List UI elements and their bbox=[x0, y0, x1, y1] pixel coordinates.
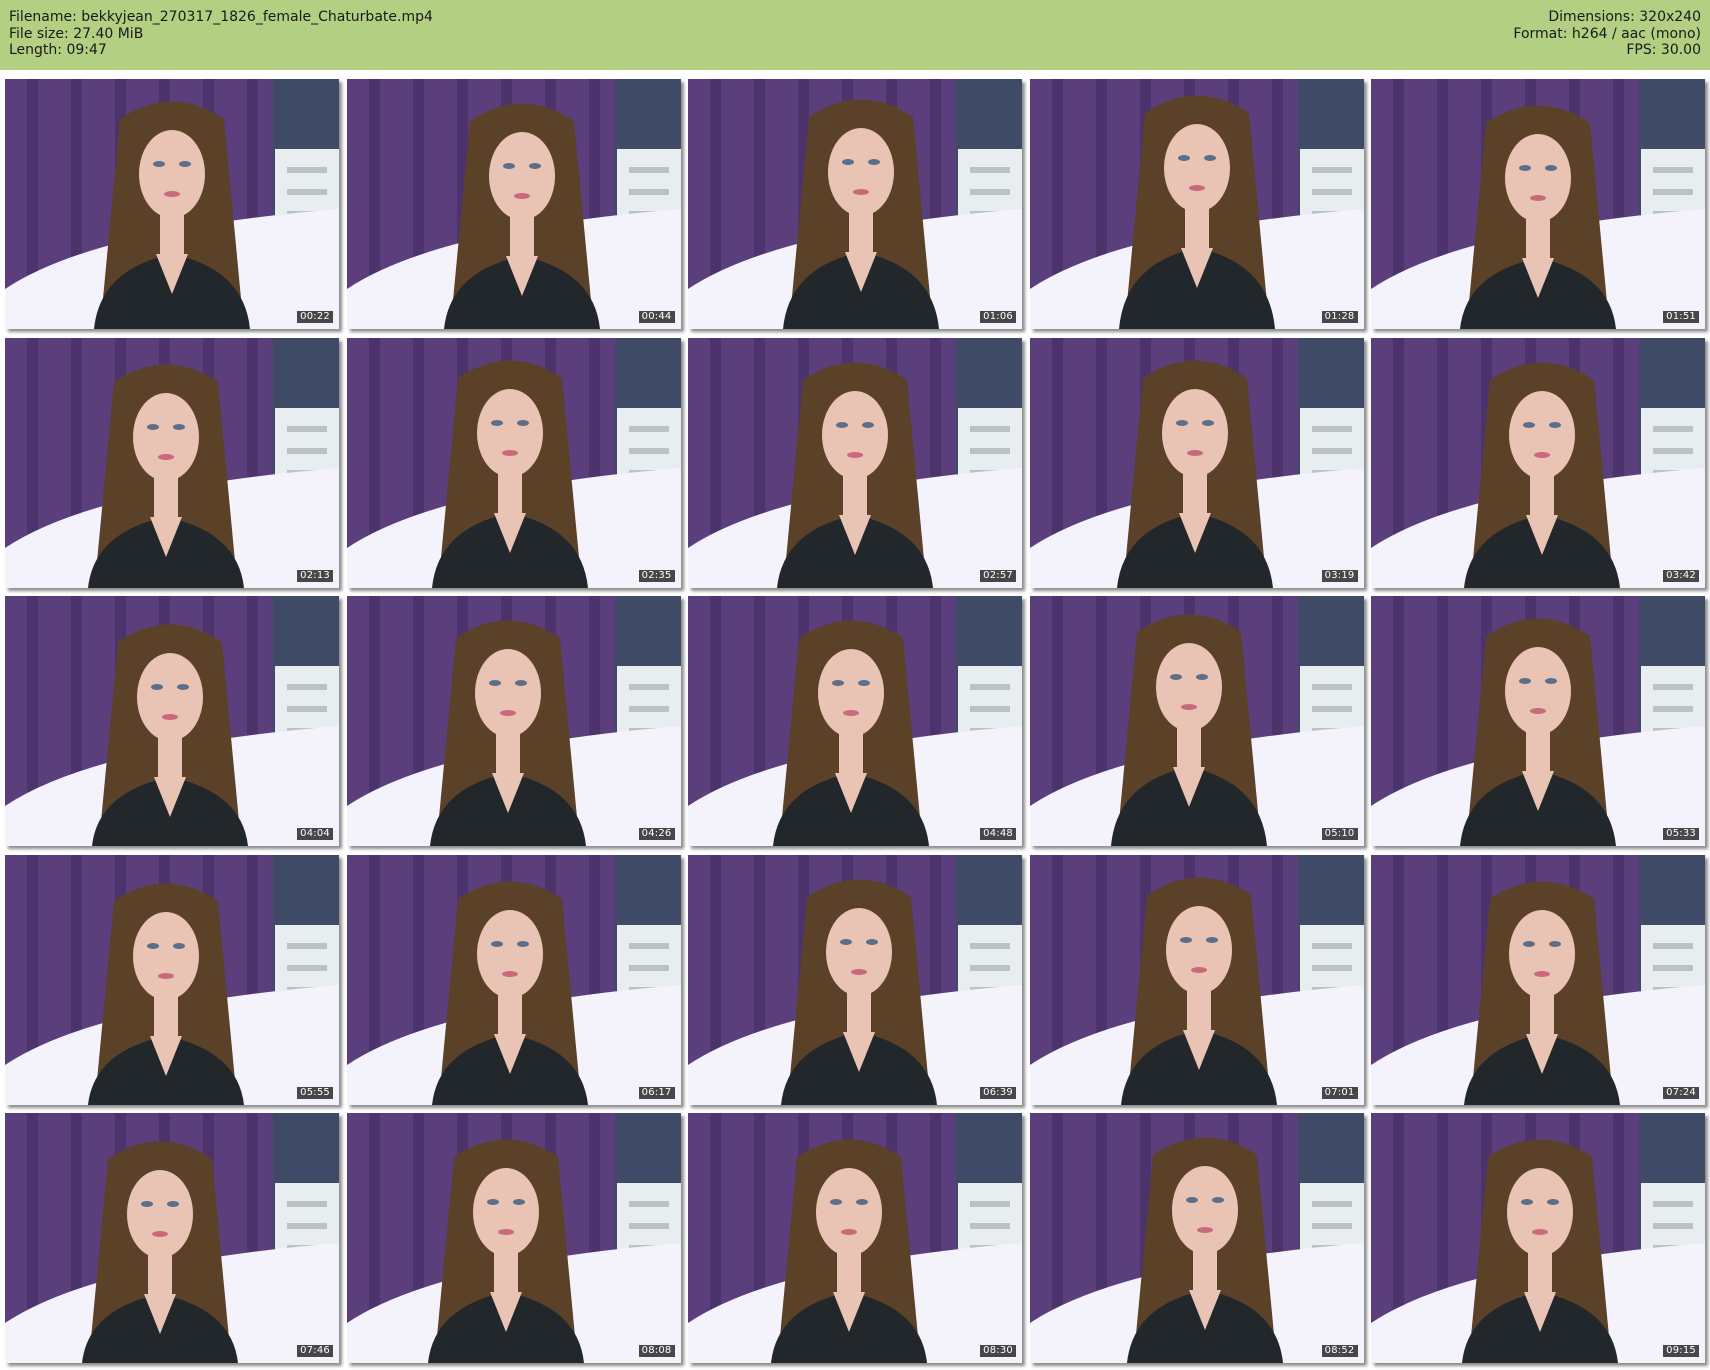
video-thumbnail: 02:35 bbox=[346, 337, 681, 588]
video-thumbnail: 00:44 bbox=[346, 79, 681, 329]
frame-image bbox=[688, 337, 1022, 588]
video-thumbnail: 04:48 bbox=[688, 596, 1022, 846]
format-label: Format: h264 / aac (mono) bbox=[1513, 25, 1701, 42]
frame-image bbox=[1371, 1113, 1705, 1363]
frame-image bbox=[5, 854, 339, 1105]
filename-label: Filename: bekkyjean_270317_1826_female_C… bbox=[9, 9, 433, 25]
frame-image bbox=[5, 1113, 339, 1363]
timestamp-label: 00:44 bbox=[638, 311, 675, 323]
video-thumbnail: 05:33 bbox=[1371, 596, 1705, 846]
frame-image bbox=[346, 337, 681, 588]
video-thumbnail: 05:10 bbox=[1029, 596, 1364, 846]
video-thumbnail: 02:13 bbox=[5, 337, 339, 588]
video-thumbnail: 04:04 bbox=[5, 596, 339, 846]
frame-image bbox=[5, 79, 339, 329]
filesize-label: File size: 27.40 MiB bbox=[9, 25, 144, 42]
video-thumbnail: 03:19 bbox=[1029, 337, 1364, 588]
video-thumbnail: 07:01 bbox=[1029, 854, 1364, 1105]
timestamp-label: 02:57 bbox=[980, 569, 1016, 582]
frame-image bbox=[5, 337, 339, 588]
frame-image bbox=[1029, 854, 1364, 1105]
video-thumbnail: 09:15 bbox=[1371, 1113, 1705, 1363]
timestamp-label: 07:24 bbox=[1663, 1086, 1699, 1099]
frame-image bbox=[1371, 854, 1705, 1105]
frame-image bbox=[346, 1113, 681, 1363]
video-thumbnail: 06:17 bbox=[346, 854, 681, 1105]
timestamp-label: 04:04 bbox=[297, 828, 333, 840]
dimensions-label: Dimensions: 320x240 bbox=[1548, 9, 1701, 25]
timestamp-label: 05:10 bbox=[1321, 828, 1358, 840]
timestamp-label: 01:28 bbox=[1321, 311, 1358, 323]
info-header: Filename: bekkyjean_270317_1826_female_C… bbox=[0, 0, 1710, 70]
video-thumbnail: 08:08 bbox=[346, 1113, 681, 1363]
timestamp-label: 01:06 bbox=[980, 311, 1016, 323]
video-thumbnail: 07:46 bbox=[5, 1113, 339, 1363]
timestamp-label: 08:30 bbox=[980, 1345, 1016, 1357]
frame-image bbox=[346, 596, 681, 846]
frame-image bbox=[1371, 596, 1705, 846]
thumbnail-grid: 00:22 00:44 01:06 01:28 01:51 02:13 02:3… bbox=[5, 79, 1710, 1363]
frame-image bbox=[688, 79, 1022, 329]
frame-image bbox=[5, 596, 339, 846]
video-thumbnail: 08:52 bbox=[1029, 1113, 1364, 1363]
timestamp-label: 09:15 bbox=[1663, 1345, 1699, 1357]
frame-image bbox=[346, 79, 681, 329]
video-thumbnail: 02:57 bbox=[688, 337, 1022, 588]
file-info: Filename: bekkyjean_270317_1826_female_C… bbox=[9, 9, 433, 59]
timestamp-label: 01:51 bbox=[1663, 311, 1699, 323]
timestamp-label: 05:55 bbox=[297, 1086, 333, 1099]
frame-image bbox=[1029, 596, 1364, 846]
video-thumbnail: 01:28 bbox=[1029, 79, 1364, 329]
timestamp-label: 03:19 bbox=[1321, 569, 1358, 582]
frame-image bbox=[1029, 79, 1364, 329]
timestamp-label: 06:39 bbox=[980, 1086, 1016, 1099]
video-thumbnail: 08:30 bbox=[688, 1113, 1022, 1363]
frame-image bbox=[1029, 1113, 1364, 1363]
timestamp-label: 02:35 bbox=[638, 569, 675, 582]
timestamp-label: 08:08 bbox=[638, 1345, 675, 1357]
video-thumbnail: 03:42 bbox=[1371, 337, 1705, 588]
video-thumbnail: 00:22 bbox=[5, 79, 339, 329]
timestamp-label: 07:46 bbox=[297, 1345, 333, 1357]
timestamp-label: 02:13 bbox=[297, 569, 333, 582]
timestamp-label: 06:17 bbox=[638, 1086, 675, 1099]
video-thumbnail: 01:06 bbox=[688, 79, 1022, 329]
video-thumbnail: 06:39 bbox=[688, 854, 1022, 1105]
frame-image bbox=[688, 596, 1022, 846]
frame-image bbox=[346, 854, 681, 1105]
fps-label: FPS: 30.00 bbox=[1626, 42, 1701, 58]
video-thumbnail: 01:51 bbox=[1371, 79, 1705, 329]
frame-image bbox=[1371, 79, 1705, 329]
timestamp-label: 03:42 bbox=[1663, 569, 1699, 582]
timestamp-label: 04:26 bbox=[638, 828, 675, 840]
frame-image bbox=[1371, 337, 1705, 588]
frame-image bbox=[688, 854, 1022, 1105]
frame-image bbox=[1029, 337, 1364, 588]
video-thumbnail: 07:24 bbox=[1371, 854, 1705, 1105]
timestamp-label: 05:33 bbox=[1663, 828, 1699, 840]
timestamp-label: 04:48 bbox=[980, 828, 1016, 840]
video-thumbnail: 05:55 bbox=[5, 854, 339, 1105]
timestamp-label: 08:52 bbox=[1321, 1345, 1358, 1357]
timestamp-label: 00:22 bbox=[297, 311, 333, 323]
timestamp-label: 07:01 bbox=[1321, 1086, 1358, 1099]
stream-info: Dimensions: 320x240 Format: h264 / aac (… bbox=[1513, 9, 1701, 59]
frame-image bbox=[688, 1113, 1022, 1363]
length-label: Length: 09:47 bbox=[9, 42, 107, 58]
video-thumbnail: 04:26 bbox=[346, 596, 681, 846]
